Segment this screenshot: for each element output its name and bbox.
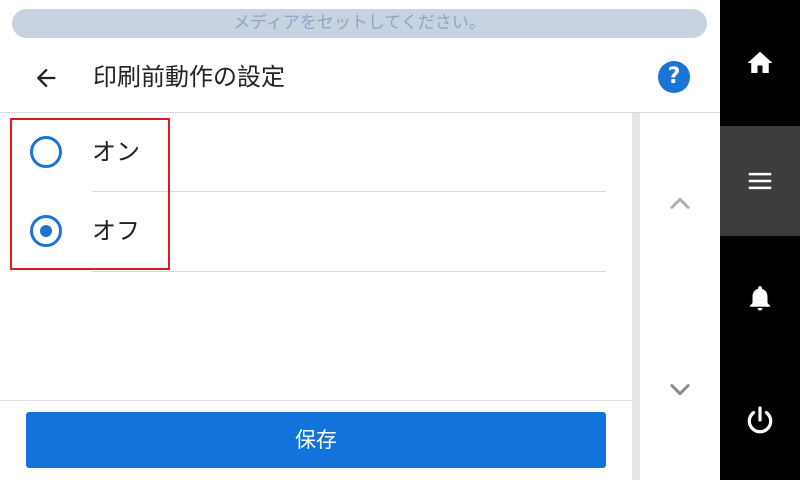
save-button[interactable]: 保存: [26, 412, 606, 468]
header: 印刷前動作の設定 ?: [0, 44, 720, 113]
scroll-panel: [640, 113, 720, 480]
power-icon: [747, 406, 773, 434]
divider: [92, 271, 606, 272]
power-button[interactable]: [720, 360, 800, 480]
menu-button[interactable]: [720, 126, 800, 236]
status-message: メディアをセットしてください。: [12, 9, 707, 38]
highlight-box: [10, 118, 170, 270]
scroll-down-button[interactable]: [660, 369, 700, 409]
sidebar: [720, 0, 800, 480]
help-button[interactable]: ?: [658, 61, 690, 93]
footer-divider: [0, 400, 632, 401]
home-button[interactable]: [720, 0, 800, 126]
chevron-up-icon: [670, 197, 690, 209]
back-button[interactable]: [24, 56, 68, 100]
notification-button[interactable]: [720, 236, 800, 360]
page-title: 印刷前動作の設定: [93, 63, 285, 91]
main-panel: メディアをセットしてください。 印刷前動作の設定 ? オン オフ 保存: [0, 0, 720, 480]
help-icon: ?: [667, 64, 681, 89]
chevron-down-icon: [670, 384, 690, 396]
scroll-up-button[interactable]: [660, 184, 700, 224]
back-arrow-icon: [36, 68, 56, 88]
menu-icon: [748, 172, 772, 190]
bell-icon: [750, 286, 770, 311]
home-icon: [747, 51, 773, 73]
scrollbar[interactable]: [632, 113, 640, 480]
